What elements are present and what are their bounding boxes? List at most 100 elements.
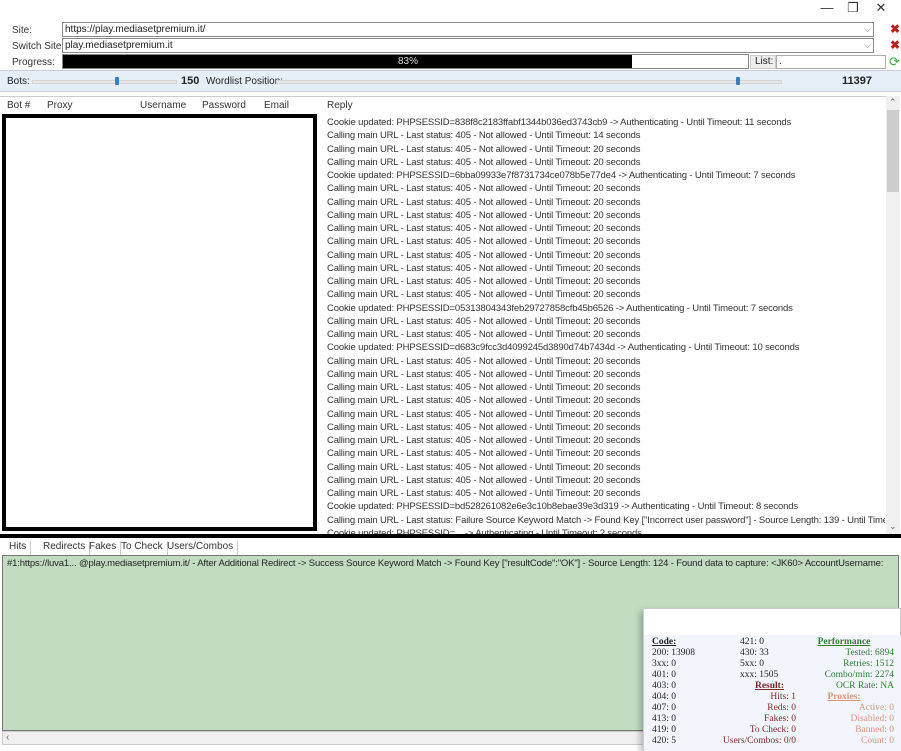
log-line[interactable]: Cookie updated: PHPSESSID=05313804343feb…	[322, 302, 885, 315]
bots-bar: Bots: 150 Wordlist Position: 11397	[0, 70, 901, 92]
log-line[interactable]: Calling main URL - Last status: 405 - No…	[322, 275, 885, 288]
hit-entry[interactable]: #1:https://luva1... @play.mediasetpremiu…	[7, 558, 883, 569]
stat-codes-6: 407: 0	[652, 703, 677, 713]
log-line[interactable]: Calling main URL - Last status: 405 - No…	[322, 182, 885, 195]
list-input[interactable]: .	[776, 55, 886, 69]
log-line[interactable]: Cookie updated: PHPSESSID=6bba09933e7f87…	[322, 169, 885, 182]
log-line[interactable]: Calling main URL - Last status: 405 - No…	[322, 262, 885, 275]
column-proxy[interactable]: Proxy	[47, 100, 73, 111]
tab-to-check[interactable]: To Check	[117, 541, 168, 555]
bots-label: Bots:	[7, 76, 30, 87]
log-line[interactable]: Calling main URL - Last status: 405 - No…	[322, 235, 885, 248]
stat-performance-1: Tested: 6894	[845, 648, 894, 658]
stat-codes2-9: Users/Combos: 0/0	[722, 736, 796, 746]
log-line[interactable]: Calling main URL - Last status: 405 - No…	[322, 129, 885, 142]
tab-redirects[interactable]: Redirects	[39, 541, 91, 555]
log-line[interactable]: Calling main URL - Last status: 405 - No…	[322, 461, 885, 474]
stat-codes2-5: Hits: 1	[770, 692, 796, 702]
stat-performance-9: Count: 0	[861, 736, 894, 746]
wordlist-label: Wordlist Position:	[206, 76, 284, 87]
stat-codes2-0: 421: 0	[740, 637, 765, 647]
log-line[interactable]: Cookie updated: PHPSESSID=d683c9fcc3d409…	[322, 341, 885, 354]
stat-codes-5: 404: 0	[652, 692, 677, 702]
stat-codes-3: 401: 0	[652, 670, 677, 680]
log-line[interactable]: Calling main URL - Last status: 405 - No…	[322, 288, 885, 301]
log-scrollbar-thumb[interactable]	[887, 110, 899, 192]
log-line[interactable]: Calling main URL - Last status: 405 - No…	[322, 474, 885, 487]
log-line[interactable]: Calling main URL - Last status: 405 - No…	[322, 328, 885, 341]
column-reply[interactable]: Reply	[327, 100, 353, 111]
bots-table[interactable]	[2, 114, 317, 531]
log-line[interactable]: Calling main URL - Last status: 405 - No…	[322, 222, 885, 235]
bots-slider[interactable]	[32, 80, 177, 84]
chevron-down-icon[interactable]: ⌵	[864, 23, 871, 36]
site-input[interactable]: https://play.mediasetpremium.it/ ⌵	[62, 22, 874, 37]
site-value: https://play.mediasetpremium.it/	[65, 24, 206, 35]
stat-codes-0: Code:	[652, 637, 677, 647]
stat-performance-3: Combo/min: 2274	[824, 670, 894, 680]
progress-text: 83%	[398, 56, 419, 67]
progress-bar: 83%	[62, 54, 749, 69]
scroll-up-icon[interactable]: ⌃	[889, 97, 897, 108]
log-line[interactable]: Calling main URL - Last status: 405 - No…	[322, 143, 885, 156]
log-line[interactable]: Calling main URL - Last status: 405 - No…	[322, 434, 885, 447]
bots-value: 150	[181, 75, 200, 87]
log-line[interactable]: Calling main URL - Last status: 405 - No…	[322, 196, 885, 209]
bots-slider-thumb[interactable]	[115, 77, 120, 85]
refresh-icon[interactable]: ⟳	[889, 54, 900, 70]
switch-site-label: Switch Site:	[12, 41, 65, 52]
clear-switch-site-icon[interactable]: ✖	[890, 38, 900, 52]
clear-site-icon[interactable]: ✖	[890, 22, 900, 36]
stat-codes-8: 419: 0	[652, 725, 677, 735]
log-scrollbar[interactable]: ⌃ ⌄	[886, 96, 900, 534]
stat-performance-7: Disabled: 0	[850, 714, 894, 724]
log-line[interactable]: Calling main URL - Last status: 405 - No…	[322, 355, 885, 368]
wordlist-slider-thumb[interactable]	[736, 77, 741, 85]
tab-hits[interactable]: Hits	[5, 541, 32, 555]
stat-performance-8: Banned: 0	[855, 725, 894, 735]
log-line[interactable]: Calling main URL - Last status: 405 - No…	[322, 156, 885, 169]
log-line[interactable]: Calling main URL - Last status: 405 - No…	[322, 209, 885, 222]
wordlist-slider[interactable]	[276, 80, 782, 84]
chevron-down-icon[interactable]: ⌵	[864, 39, 871, 52]
log-line[interactable]: Calling main URL - Last status: 405 - No…	[322, 368, 885, 381]
column-bot[interactable]: Bot #	[7, 100, 30, 111]
log-line[interactable]: Calling main URL - Last status: 405 - No…	[322, 315, 885, 328]
log-line[interactable]: Calling main URL - Last status: 405 - No…	[322, 447, 885, 460]
log-line[interactable]: Cookie updated: PHPSESSID=bd528261082e6e…	[322, 500, 885, 513]
stat-performance-0: Performance	[817, 637, 871, 647]
stat-codes2-3: xxx: 1505	[740, 670, 779, 680]
column-username[interactable]: Username	[140, 100, 186, 111]
tab-users-combos[interactable]: Users/Combos	[163, 541, 239, 555]
log-line[interactable]: Cookie updated: PHPSESSID=838f8c2183ffab…	[322, 116, 885, 129]
log-line[interactable]: Calling main URL - Last status: 405 - No…	[322, 249, 885, 262]
log-line[interactable]: Cookie updated: PHPSESSID=... -> Authent…	[322, 527, 885, 534]
log-line[interactable]: Calling main URL - Last status: 405 - No…	[322, 381, 885, 394]
stat-codes2-4: Result:	[754, 681, 784, 691]
log-line[interactable]: Calling main URL - Last status: 405 - No…	[322, 421, 885, 434]
close-button[interactable]: ✕	[866, 0, 896, 18]
stat-codes-9: 420: 5	[652, 736, 677, 746]
wordlist-value: 11397	[842, 75, 872, 87]
switch-site-input[interactable]: play.mediasetpremium.it ⌵	[62, 38, 874, 53]
column-password[interactable]: Password	[202, 100, 246, 111]
log-line[interactable]: Calling main URL - Last status: Failure …	[322, 514, 885, 527]
progress-label: Progress:	[12, 57, 55, 68]
reply-log[interactable]: Cookie updated: PHPSESSID=838f8c2183ffab…	[322, 116, 885, 534]
log-line[interactable]: Calling main URL - Last status: 405 - No…	[322, 487, 885, 500]
site-label: Site:	[12, 25, 33, 36]
stat-codes2-2: 5xx: 0	[740, 659, 765, 669]
stat-codes2-1: 430: 33	[740, 648, 769, 658]
scroll-down-icon[interactable]: ⌄	[889, 521, 897, 532]
stat-codes-1: 200: 13908	[652, 648, 696, 658]
stat-codes2-6: Reds: 0	[767, 703, 796, 713]
log-line[interactable]: Calling main URL - Last status: 405 - No…	[322, 408, 885, 421]
maximize-button[interactable]: ❐	[838, 0, 868, 18]
list-label: List:	[750, 55, 776, 69]
scroll-left-icon[interactable]: ‹	[6, 732, 9, 743]
log-line[interactable]: Calling main URL - Last status: 405 - No…	[322, 394, 885, 407]
switch-site-value: play.mediasetpremium.it	[65, 40, 173, 51]
column-email[interactable]: Email	[264, 100, 289, 111]
tab-fakes[interactable]: Fakes	[85, 541, 122, 555]
stat-performance-4: OCR Rate: NA	[835, 681, 894, 691]
